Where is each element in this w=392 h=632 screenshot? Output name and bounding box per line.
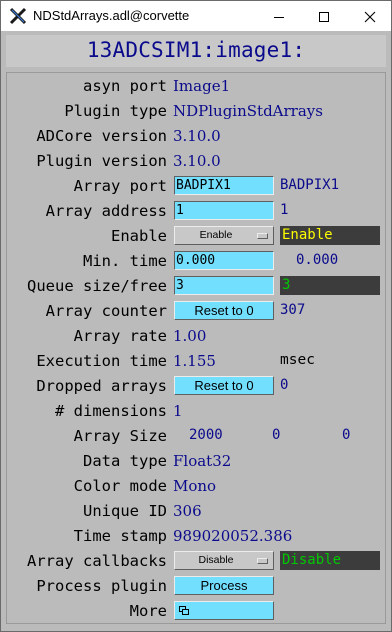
dropped-arrays-label: Dropped arrays	[36, 377, 167, 395]
data-type-value: Float32	[173, 452, 232, 470]
data-type-label: Data type	[83, 452, 167, 470]
menu-dropdown-icon	[257, 558, 268, 564]
menu-dropdown-icon	[257, 233, 268, 239]
maximize-button[interactable]	[301, 1, 347, 32]
array-port-readback: BADPIX1	[280, 177, 340, 193]
queue-free-status: 3	[280, 276, 380, 295]
dimensions-label: # dimensions	[55, 402, 167, 420]
process-plugin-label: Process plugin	[36, 577, 167, 595]
header-bar: 13ADCSIM1:image1:	[6, 35, 386, 67]
enable-menu[interactable]: Enable	[174, 226, 274, 245]
dropped-arrays-readback: 0	[280, 377, 289, 393]
array-port-input[interactable]: BADPIX1	[174, 176, 274, 195]
page-title: 13ADCSIM1:image1:	[86, 38, 306, 62]
execution-time-label: Execution time	[36, 352, 167, 370]
asyn-port-label: asyn port	[83, 77, 167, 95]
dimensions-value: 1	[173, 402, 183, 420]
enable-status: Enable	[280, 226, 380, 245]
asyn-port-value: Image1	[173, 77, 231, 95]
min-time-input[interactable]: 0.000	[174, 251, 274, 270]
array-callbacks-menu-value: Disable	[198, 554, 234, 566]
color-mode-label: Color mode	[73, 477, 167, 495]
time-stamp-value: 989020052.386	[173, 527, 293, 545]
array-rate-value: 1.00	[173, 327, 207, 345]
array-address-readback: 1	[280, 202, 289, 218]
queue-size-input[interactable]: 3	[174, 276, 274, 295]
x-logo-icon	[9, 7, 27, 25]
more-label: More	[129, 602, 167, 620]
plugin-version-label: Plugin version	[36, 152, 167, 170]
enable-menu-value: Enable	[199, 229, 233, 241]
array-rate-label: Array rate	[73, 327, 167, 345]
reset-array-counter-button[interactable]: Reset to 0	[174, 301, 274, 320]
unique-id-value: 306	[173, 502, 202, 520]
min-time-readback: 0.000	[296, 252, 339, 268]
execution-time-value: 1.155	[173, 352, 216, 370]
related-display-icon	[179, 606, 189, 615]
window-title: NDStdArrays.adl@corvette	[33, 8, 190, 23]
color-mode-value: Mono	[173, 477, 217, 495]
more-related-display-button[interactable]	[174, 601, 274, 620]
array-counter-label: Array counter	[45, 302, 167, 320]
array-address-label: Array address	[45, 202, 167, 220]
adcore-version-value: 3.10.0	[173, 127, 221, 145]
array-size-dim2: 0	[342, 427, 351, 443]
enable-label: Enable	[111, 227, 167, 245]
array-callbacks-label: Array callbacks	[27, 552, 167, 570]
min-time-label: Min. time	[83, 252, 167, 270]
close-icon	[364, 11, 376, 23]
array-size-dim0: 2000	[189, 427, 223, 443]
plugin-type-value: NDPluginStdArrays	[173, 102, 323, 120]
maximize-icon	[319, 12, 329, 22]
array-size-dim1: 0	[272, 427, 281, 443]
array-callbacks-menu[interactable]: Disable	[174, 551, 274, 570]
queue-label: Queue size/free	[27, 277, 167, 295]
window-titlebar: NDStdArrays.adl@corvette	[0, 0, 392, 31]
minimize-icon	[274, 17, 284, 18]
process-plugin-button[interactable]: Process	[174, 576, 274, 595]
minimize-button[interactable]	[256, 1, 302, 32]
adcore-version-label: ADCore version	[36, 127, 167, 145]
time-stamp-label: Time stamp	[73, 527, 167, 545]
unique-id-label: Unique ID	[83, 502, 167, 520]
settings-panel: asyn port Image1 Plugin type NDPluginStd…	[6, 72, 386, 624]
display-window: 13ADCSIM1:image1: asyn port Image1 Plugi…	[0, 31, 392, 632]
array-port-label: Array port	[73, 177, 167, 195]
execution-time-unit: msec	[280, 352, 315, 368]
array-counter-readback: 307	[280, 302, 306, 318]
reset-dropped-arrays-button[interactable]: Reset to 0	[174, 376, 274, 395]
plugin-version-value: 3.10.0	[173, 152, 221, 170]
array-callbacks-status: Disable	[280, 551, 380, 570]
plugin-type-label: Plugin type	[64, 102, 167, 120]
close-button[interactable]	[347, 1, 392, 32]
array-size-label: Array Size	[73, 427, 167, 445]
array-address-input[interactable]: 1	[174, 201, 274, 220]
